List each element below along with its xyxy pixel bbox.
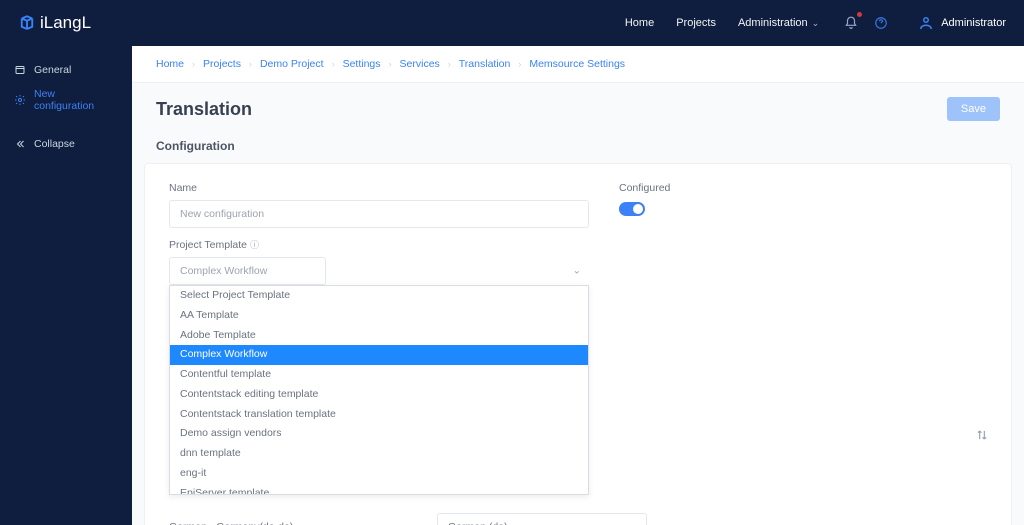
sort-icon[interactable]: [975, 428, 989, 445]
name-field: Name: [169, 182, 589, 228]
template-option[interactable]: Demo assign vendors: [170, 424, 588, 444]
template-option[interactable]: EpiServer template: [170, 484, 588, 496]
template-option[interactable]: eng-it: [170, 464, 588, 484]
page-title: Translation: [156, 99, 252, 120]
project-template-dropdown[interactable]: Select Project TemplateAA TemplateAdobe …: [169, 285, 589, 495]
chevron-right-icon: ›: [249, 59, 252, 69]
breadcrumb-link[interactable]: Memsource Settings: [529, 58, 625, 70]
top-nav: iLangL Home Projects Administration⌄ Adm…: [0, 0, 1024, 46]
template-option[interactable]: Select Project Template: [170, 286, 588, 306]
target-language-select[interactable]: German (de)⌄: [437, 513, 647, 525]
project-template-label: Project Templateⓘ: [169, 238, 589, 251]
breadcrumb: Home › Projects › Demo Project › Settings › Serv…: [132, 46, 1024, 83]
top-links: Home Projects Administration⌄: [625, 17, 819, 29]
sidebar-item-general[interactable]: General: [0, 58, 132, 82]
logo-icon: [18, 14, 36, 32]
user-menu[interactable]: Administrator: [917, 14, 1006, 32]
collapse-icon: [14, 138, 26, 150]
project-template-field: Project Templateⓘ ⌄ Select Project Templ…: [169, 238, 589, 285]
sidebar-collapse[interactable]: Collapse: [0, 132, 132, 156]
template-option[interactable]: AA Template: [170, 306, 588, 326]
notification-dot: [857, 12, 862, 17]
chevron-down-icon: ⌄: [628, 522, 636, 525]
template-option[interactable]: dnn template: [170, 444, 588, 464]
template-option[interactable]: Contentstack editing template: [170, 385, 588, 405]
chevron-right-icon: ›: [448, 59, 451, 69]
breadcrumb-link[interactable]: Settings: [343, 58, 381, 70]
breadcrumb-link[interactable]: Demo Project: [260, 58, 324, 70]
panel-icon: [14, 64, 26, 76]
breadcrumb-link[interactable]: Translation: [459, 58, 511, 70]
brand-text: iLangL: [40, 13, 91, 33]
sidebar: General New configuration Collapse: [0, 46, 132, 525]
main-content: Home › Projects › Demo Project › Settings › Serv…: [132, 46, 1024, 525]
name-label: Name: [169, 182, 589, 194]
breadcrumb-link[interactable]: Home: [156, 58, 184, 70]
chevron-right-icon: ›: [332, 59, 335, 69]
nav-home[interactable]: Home: [625, 17, 654, 29]
template-option[interactable]: Adobe Template: [170, 326, 588, 346]
user-name: Administrator: [941, 17, 1006, 29]
config-panel: Name Configured Project Templateⓘ ⌄ Sele…: [144, 163, 1012, 525]
template-option[interactable]: Contentstack translation template: [170, 405, 588, 425]
top-icons: Administrator: [843, 14, 1006, 32]
project-template-select-wrap: ⌄ Select Project TemplateAA TemplateAdob…: [169, 257, 589, 285]
info-icon[interactable]: ⓘ: [250, 240, 259, 250]
chevron-down-icon: ⌄: [573, 266, 581, 277]
user-icon: [917, 14, 935, 32]
source-language-label: German - Germany(de-de): [169, 521, 437, 525]
template-option[interactable]: Contentful template: [170, 365, 588, 385]
nav-administration[interactable]: Administration⌄: [738, 17, 819, 29]
breadcrumb-link[interactable]: Services: [400, 58, 440, 70]
language-mapping-rows: German - Germany(de-de)German (de)⌄Ukrai…: [145, 513, 1011, 525]
chevron-down-icon: ⌄: [812, 18, 820, 28]
page-header: Translation Save: [132, 83, 1024, 135]
configured-field: Configured: [619, 182, 987, 228]
language-row: German - Germany(de-de)German (de)⌄: [169, 513, 987, 525]
configured-label: Configured: [619, 182, 987, 194]
breadcrumb-link[interactable]: Projects: [203, 58, 241, 70]
chevron-right-icon: ›: [518, 59, 521, 69]
chevron-right-icon: ›: [192, 59, 195, 69]
project-template-select[interactable]: [169, 257, 326, 285]
name-input[interactable]: [169, 200, 589, 228]
sidebar-item-new-configuration[interactable]: New configuration: [0, 82, 132, 118]
help-icon[interactable]: [873, 15, 889, 31]
template-option[interactable]: Complex Workflow: [170, 345, 588, 365]
chevron-right-icon: ›: [389, 59, 392, 69]
configured-toggle[interactable]: [619, 202, 645, 216]
gear-icon: [14, 94, 26, 106]
save-button[interactable]: Save: [947, 97, 1000, 121]
section-title: Configuration: [132, 135, 1024, 163]
brand-logo: iLangL: [18, 13, 91, 33]
nav-projects[interactable]: Projects: [676, 17, 716, 29]
bell-icon[interactable]: [843, 15, 859, 31]
